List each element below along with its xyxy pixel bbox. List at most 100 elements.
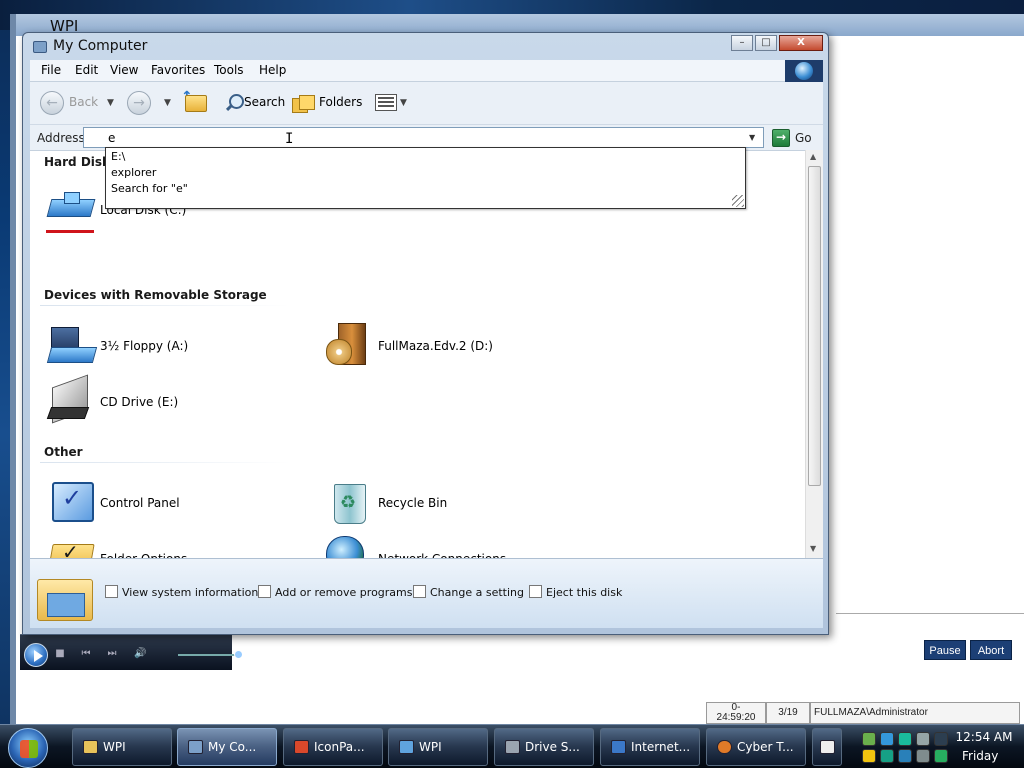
menu-file[interactable]: File <box>41 63 61 77</box>
vertical-scrollbar[interactable]: ▲ ▼ <box>805 150 823 558</box>
minimize-button[interactable]: – <box>731 35 753 51</box>
maximize-button[interactable]: □ <box>755 35 777 51</box>
taskbar: WPI My Co... IconPa... WPI Drive S... In… <box>0 724 1024 768</box>
task-add-remove-programs[interactable]: Add or remove programs <box>258 585 413 601</box>
menu-view[interactable]: View <box>110 63 138 77</box>
taskbar-button-cyber-t[interactable]: Cyber T... <box>706 728 806 766</box>
drive-label: 3½ Floppy (A:) <box>100 339 189 353</box>
window-title: My Computer <box>53 38 148 54</box>
item-control-panel[interactable]: Control Panel <box>44 478 214 526</box>
pause-button[interactable]: Pause <box>924 640 966 660</box>
tray-app-icon[interactable] <box>880 749 894 763</box>
cd-drive-icon <box>46 377 94 425</box>
address-input[interactable]: e <box>83 127 764 148</box>
recycle-bin-icon <box>324 478 372 526</box>
group-divider <box>40 462 290 463</box>
drive-dvd-d[interactable]: FullMaza.Edv.2 (D:) <box>322 321 522 369</box>
back-button-label[interactable]: Back <box>69 95 98 109</box>
taskbar-label: Cyber T... <box>737 740 794 754</box>
taskbar-button-wpi-2[interactable]: WPI <box>388 728 488 766</box>
programs-icon <box>258 585 271 598</box>
scroll-up-icon[interactable]: ▲ <box>810 152 816 161</box>
task-label: Eject this disk <box>546 586 623 599</box>
tray-tree-icon[interactable] <box>862 732 876 746</box>
tray-app-icon[interactable] <box>880 732 894 746</box>
menu-favorites[interactable]: Favorites <box>151 63 205 77</box>
wpi-divider <box>836 613 1024 614</box>
hard-disk-icon <box>46 185 94 233</box>
task-change-setting[interactable]: Change a setting <box>413 585 524 601</box>
tray-app-icon[interactable] <box>934 749 948 763</box>
folders-icon[interactable] <box>292 95 315 113</box>
taskbar-button-overflow[interactable] <box>812 728 842 766</box>
scroll-down-icon[interactable]: ▼ <box>810 544 816 553</box>
taskbar-label: WPI <box>103 740 126 754</box>
resize-grip-icon[interactable] <box>732 195 744 207</box>
floppy-drive-icon <box>46 321 94 369</box>
system-info-icon <box>105 585 118 598</box>
control-panel-icon <box>46 478 94 526</box>
volume-slider[interactable] <box>178 654 240 656</box>
eject-icon <box>529 585 542 598</box>
search-icon[interactable] <box>225 94 244 112</box>
search-button-label[interactable]: Search <box>244 95 285 109</box>
go-button[interactable]: Go <box>795 131 812 145</box>
drive-floppy-a[interactable]: 3½ Floppy (A:) <box>44 321 214 369</box>
stop-icon[interactable]: ■ <box>54 648 66 659</box>
autocomplete-item[interactable]: Search for "e" <box>111 182 188 195</box>
go-arrow-icon[interactable]: → <box>772 129 790 147</box>
taskbar-button-internet[interactable]: Internet... <box>600 728 700 766</box>
task-label: Change a setting <box>430 586 524 599</box>
autocomplete-item[interactable]: E:\ <box>111 150 125 163</box>
tray-network-icon[interactable] <box>934 732 948 746</box>
address-autocomplete: E:\ explorer Search for "e" <box>105 147 746 209</box>
clock-time[interactable]: 12:54 AM <box>954 730 1014 744</box>
start-button[interactable] <box>8 728 48 768</box>
internet-icon <box>611 740 626 754</box>
views-dropdown-icon[interactable]: ▼ <box>400 98 407 108</box>
folders-button-label[interactable]: Folders <box>319 95 362 109</box>
tray-app-icon[interactable] <box>898 749 912 763</box>
tray-volume-icon[interactable] <box>916 749 930 763</box>
taskbar-button-drive-s[interactable]: Drive S... <box>494 728 594 766</box>
menu-edit[interactable]: Edit <box>75 63 98 77</box>
back-dropdown-icon[interactable]: ▼ <box>107 98 114 108</box>
up-folder-icon[interactable] <box>185 95 207 112</box>
back-arrow-icon[interactable]: ← <box>40 91 64 115</box>
task-view-system-information[interactable]: View system information <box>105 585 258 601</box>
views-icon[interactable] <box>375 94 397 111</box>
volume-icon[interactable]: 🔊 <box>134 648 146 659</box>
autocomplete-item[interactable]: explorer <box>111 166 156 179</box>
taskbar-button-iconpackager[interactable]: IconPa... <box>283 728 383 766</box>
folder-icon <box>83 740 98 754</box>
tray-flag-icon[interactable] <box>862 749 876 763</box>
play-button[interactable] <box>24 643 48 667</box>
previous-icon[interactable]: ⏮ <box>80 648 92 659</box>
address-dropdown-icon[interactable]: ▼ <box>749 133 755 142</box>
next-icon[interactable]: ⏭ <box>106 648 118 659</box>
menu-help[interactable]: Help <box>259 63 286 77</box>
task-label: View system information <box>122 586 259 599</box>
taskbar-label: My Co... <box>208 740 257 754</box>
my-computer-window: My Computer – □ X File Edit View Favorit… <box>22 32 829 635</box>
drive-cd-e[interactable]: CD Drive (E:) <box>44 377 214 425</box>
details-pane: View system information Add or remove pr… <box>30 558 823 628</box>
clock-day: Friday <box>962 749 999 763</box>
item-recycle-bin[interactable]: Recycle Bin <box>322 478 492 526</box>
tray-sync-icon[interactable] <box>898 732 912 746</box>
scrollbar-thumb[interactable] <box>808 166 821 486</box>
taskbar-button-wpi[interactable]: WPI <box>72 728 172 766</box>
abort-button[interactable]: Abort <box>970 640 1012 660</box>
status-timer-value: 24:59:20 <box>716 712 756 723</box>
task-eject-disk[interactable]: Eject this disk <box>529 585 622 601</box>
menu-tools[interactable]: Tools <box>214 63 244 77</box>
taskbar-button-my-computer[interactable]: My Co... <box>177 728 277 766</box>
dvd-drive-icon <box>324 321 372 369</box>
wpi-icon <box>399 740 414 754</box>
volume-slider-thumb[interactable] <box>234 650 243 659</box>
forward-dropdown-icon[interactable]: ▼ <box>164 98 171 108</box>
computer-icon <box>188 740 203 754</box>
tray-app-icon[interactable] <box>916 732 930 746</box>
forward-arrow-icon[interactable]: → <box>127 91 151 115</box>
close-button[interactable]: X <box>779 35 823 51</box>
